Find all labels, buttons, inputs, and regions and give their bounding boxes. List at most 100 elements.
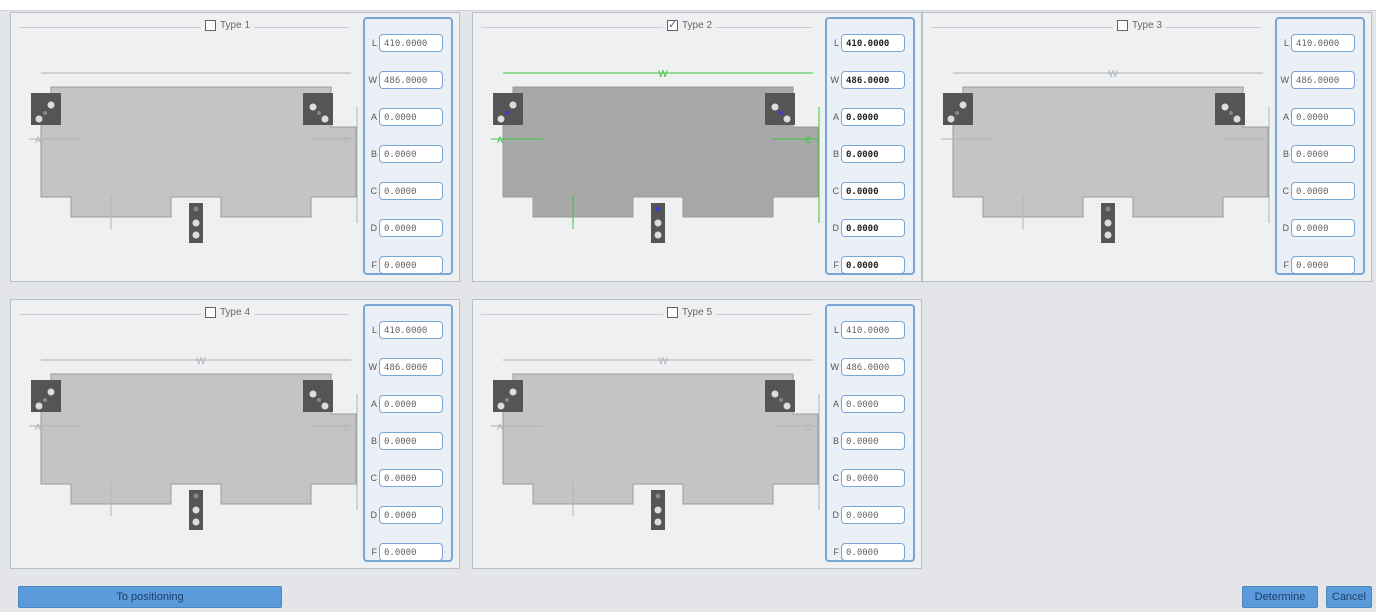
param-input[interactable]: 0.0000	[841, 506, 905, 524]
param-input[interactable]: 486.0000	[841, 71, 905, 89]
param-field: C 0.0000	[365, 181, 451, 201]
param-input[interactable]: 0.0000	[379, 108, 443, 126]
type-checkbox-row[interactable]: Type 1	[201, 20, 255, 31]
param-field: B 0.0000	[365, 144, 451, 164]
param-input[interactable]: 0.0000	[841, 543, 905, 561]
cancel-button[interactable]: Cancel	[1326, 586, 1372, 608]
param-input[interactable]: 0.0000	[379, 543, 443, 561]
param-field: W 486.0000	[827, 357, 913, 377]
param-input[interactable]: 0.0000	[379, 506, 443, 524]
param-label: C	[370, 186, 378, 196]
param-label: D	[832, 510, 840, 520]
param-input[interactable]: 0.0000	[841, 182, 905, 200]
param-field: D 0.0000	[1277, 218, 1363, 238]
param-field: F 0.0000	[827, 542, 913, 562]
center-clamp-icon	[651, 490, 665, 530]
param-label: L	[833, 38, 839, 48]
param-input[interactable]: 0.0000	[841, 256, 905, 274]
param-label: A	[1282, 112, 1289, 122]
param-input[interactable]: 0.0000	[1291, 219, 1355, 237]
param-label: C	[1282, 186, 1290, 196]
param-input[interactable]: 486.0000	[379, 71, 443, 89]
type-label: Type 5	[682, 307, 713, 318]
dim-c-label: C	[343, 422, 350, 432]
type-checkbox-row[interactable]: Type 5	[663, 307, 717, 318]
param-input[interactable]: 0.0000	[1291, 145, 1355, 163]
param-label: L	[1283, 38, 1289, 48]
param-field: A 0.0000	[827, 394, 913, 414]
param-input[interactable]: 486.0000	[1291, 71, 1355, 89]
type-checkbox[interactable]	[205, 20, 216, 31]
param-input[interactable]: 486.0000	[841, 358, 905, 376]
right-clamp-icon	[765, 93, 795, 125]
type-checkbox[interactable]	[1117, 20, 1128, 31]
param-input[interactable]: 0.0000	[841, 432, 905, 450]
to-positioning-button[interactable]: To positioning	[18, 586, 282, 608]
param-field: W 486.0000	[827, 70, 913, 90]
param-input[interactable]: 0.0000	[379, 469, 443, 487]
param-field: F 0.0000	[365, 255, 451, 275]
dim-w-label: W	[196, 356, 206, 367]
param-input[interactable]: 0.0000	[841, 469, 905, 487]
param-input[interactable]: 0.0000	[841, 145, 905, 163]
dim-w-label: W	[658, 69, 668, 80]
param-label: D	[832, 223, 840, 233]
param-input[interactable]: 0.0000	[379, 395, 443, 413]
type-checkbox-row[interactable]: Type 3	[1113, 20, 1167, 31]
param-field: F 0.0000	[827, 255, 913, 275]
type-checkbox[interactable]	[667, 307, 678, 318]
type-panel: Type 4 W A C L 410.0000 W 486.0000 A 0.0…	[10, 299, 460, 569]
type-label: Type 1	[220, 20, 251, 31]
param-label: A	[370, 112, 377, 122]
param-input[interactable]: 0.0000	[379, 182, 443, 200]
type-label: Type 3	[1132, 20, 1163, 31]
param-field: L 410.0000	[365, 320, 451, 340]
param-label: F	[833, 547, 840, 557]
param-input[interactable]: 410.0000	[841, 321, 905, 339]
dim-a-label: A	[35, 135, 41, 145]
type-panel: Type 2 W A C	[472, 12, 922, 282]
param-input[interactable]: 410.0000	[379, 321, 443, 339]
bottom-bar: To positioning Determine Cancel	[0, 586, 1376, 612]
center-clamp-icon	[189, 490, 203, 530]
part-diagram: W A C	[491, 356, 820, 530]
param-label: F	[1283, 260, 1290, 270]
dim-c-label: C	[805, 135, 812, 145]
parameters-panel: L 410.0000 W 486.0000 A 0.0000 B 0.0000 …	[825, 17, 915, 275]
type-checkbox[interactable]	[667, 18, 678, 31]
param-field: C 0.0000	[1277, 181, 1363, 201]
dim-a-label: A	[35, 422, 41, 432]
param-field: L 410.0000	[827, 320, 913, 340]
param-field: L 410.0000	[827, 33, 913, 53]
type-checkbox-row[interactable]: Type 4	[201, 307, 255, 318]
param-label: W	[830, 75, 840, 85]
param-input[interactable]: 410.0000	[1291, 34, 1355, 52]
type-checkbox[interactable]	[205, 307, 216, 318]
type-panel: Type 3 W L 410.0000 W 486.0000 A 0.0000 …	[922, 12, 1372, 282]
determine-button[interactable]: Determine	[1242, 586, 1318, 608]
type-checkbox-row[interactable]: Type 2	[663, 18, 717, 31]
param-input[interactable]: 0.0000	[1291, 182, 1355, 200]
param-input[interactable]: 0.0000	[379, 256, 443, 274]
dim-c-label: C	[805, 422, 812, 432]
param-input[interactable]: 410.0000	[841, 34, 905, 52]
param-field: W 486.0000	[365, 357, 451, 377]
param-input[interactable]: 0.0000	[841, 395, 905, 413]
param-input[interactable]: 486.0000	[379, 358, 443, 376]
param-input[interactable]: 410.0000	[379, 34, 443, 52]
param-input[interactable]: 0.0000	[841, 108, 905, 126]
param-input[interactable]: 0.0000	[841, 219, 905, 237]
param-input[interactable]: 0.0000	[379, 145, 443, 163]
param-input[interactable]: 0.0000	[1291, 256, 1355, 274]
param-label: L	[371, 38, 377, 48]
param-field: C 0.0000	[827, 181, 913, 201]
left-clamp-icon	[31, 380, 61, 412]
param-field: A 0.0000	[827, 107, 913, 127]
param-input[interactable]: 0.0000	[379, 219, 443, 237]
param-input[interactable]: 0.0000	[1291, 108, 1355, 126]
param-label: W	[830, 362, 840, 372]
part-diagram: A C	[29, 72, 358, 243]
param-label: F	[371, 547, 378, 557]
param-field: L 410.0000	[365, 33, 451, 53]
param-input[interactable]: 0.0000	[379, 432, 443, 450]
